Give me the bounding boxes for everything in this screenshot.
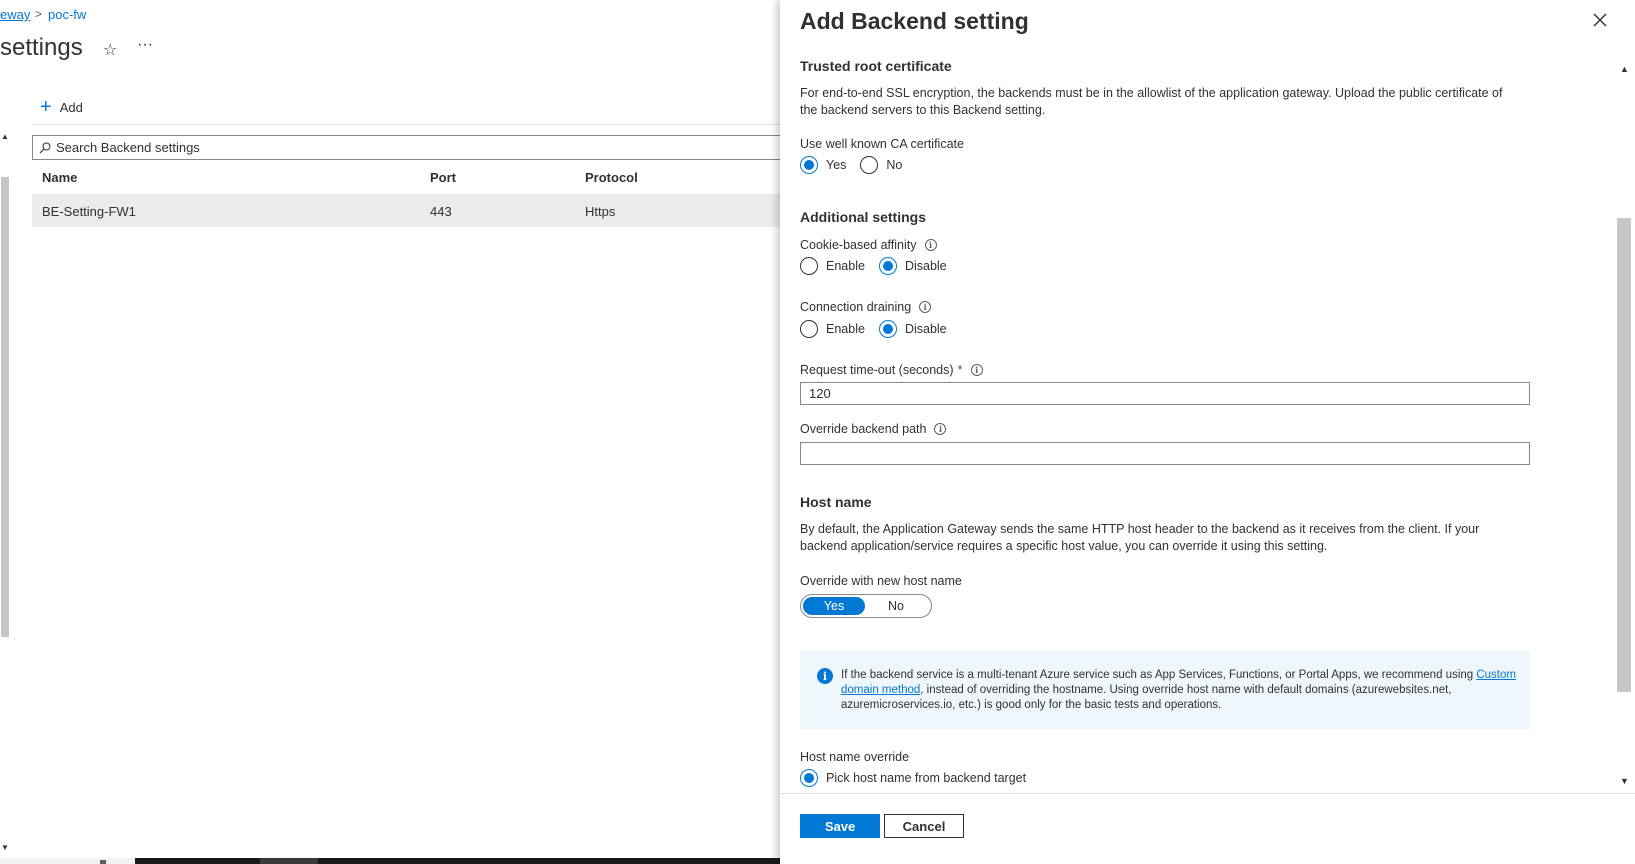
request-timeout-label: Request time-out (seconds) * i bbox=[800, 362, 983, 377]
request-timeout-label-text: Request time-out (seconds) bbox=[800, 362, 954, 377]
blade-scrollbar-thumb[interactable] bbox=[1617, 218, 1631, 692]
drain-enable-label: Enable bbox=[826, 322, 865, 336]
request-timeout-input[interactable]: 120 bbox=[800, 382, 1530, 405]
taskbar-active-item[interactable] bbox=[260, 858, 318, 864]
pick-from-backend-option[interactable]: Pick host name from backend target bbox=[800, 769, 1026, 787]
drain-disable-label: Disable bbox=[904, 322, 947, 336]
column-header-port[interactable]: Port bbox=[430, 170, 456, 185]
override-host-label-text: Override with new host name bbox=[800, 574, 962, 588]
override-backend-path-label-text: Override backend path bbox=[800, 422, 927, 436]
connection-draining-label-text: Connection draining bbox=[800, 300, 912, 314]
blade-title: Add Backend setting bbox=[800, 8, 1029, 34]
radio-pick-host[interactable] bbox=[800, 769, 818, 787]
connection-draining-radio-group: Enable Disable bbox=[800, 320, 961, 338]
scroll-down-icon[interactable]: ▼ bbox=[1, 843, 9, 852]
radio-yes[interactable] bbox=[800, 156, 818, 174]
ca-certificate-label-text: Use well known CA certificate bbox=[800, 137, 964, 151]
search-placeholder: Search Backend settings bbox=[56, 140, 200, 155]
ca-no-label: No bbox=[886, 158, 903, 172]
toggle-no[interactable]: No bbox=[865, 597, 927, 615]
multi-tenant-info-box: i If the backend service is a multi-tena… bbox=[800, 651, 1530, 729]
ca-certificate-label: Use well known CA certificate bbox=[800, 137, 964, 151]
add-button-label: Add bbox=[59, 99, 83, 115]
table-row[interactable] bbox=[32, 194, 780, 227]
cookie-disable-option[interactable]: Disable bbox=[878, 257, 947, 275]
cancel-button[interactable]: Cancel bbox=[884, 814, 964, 838]
taskbar-indicator bbox=[100, 860, 106, 864]
ca-certificate-radio-group: Yes No bbox=[800, 156, 916, 174]
star-icon[interactable]: ☆ bbox=[103, 40, 117, 60]
info-text-suffix: , instead of overriding the hostname. Us… bbox=[841, 684, 1452, 711]
cookie-disable-label: Disable bbox=[904, 259, 947, 273]
host-name-heading: Host name bbox=[800, 494, 872, 510]
plus-icon: + bbox=[40, 96, 52, 118]
radio-disable[interactable] bbox=[878, 320, 897, 338]
pick-from-backend-label: Pick host name from backend target bbox=[826, 771, 1027, 785]
breadcrumb-parent-link[interactable]: eway bbox=[0, 7, 30, 22]
cell-protocol: Https bbox=[585, 204, 616, 219]
cookie-affinity-label: Cookie-based affinity i bbox=[800, 238, 937, 252]
drain-disable-option[interactable]: Disable bbox=[878, 320, 947, 338]
required-marker: * bbox=[957, 362, 963, 377]
ca-no-option[interactable]: No bbox=[860, 156, 902, 174]
override-backend-path-input[interactable] bbox=[800, 442, 1530, 465]
override-host-toggle[interactable]: Yes No bbox=[800, 594, 932, 618]
scroll-up-icon[interactable]: ▲ bbox=[1, 132, 9, 141]
host-name-override-radio-group: Pick host name from backend target bbox=[800, 769, 1040, 787]
cell-port: 443 bbox=[430, 204, 452, 219]
scroll-down-icon[interactable]: ▼ bbox=[1620, 776, 1629, 786]
search-input[interactable]: Search Backend settings bbox=[32, 135, 792, 160]
cookie-enable-option[interactable]: Enable bbox=[800, 257, 865, 275]
host-name-description: By default, the Application Gateway send… bbox=[800, 522, 1480, 553]
breadcrumb-current-link[interactable]: poc-fw bbox=[48, 7, 86, 22]
column-header-protocol[interactable]: Protocol bbox=[585, 170, 638, 185]
left-scrollbar-thumb[interactable] bbox=[1, 177, 9, 637]
info-icon[interactable]: i bbox=[970, 363, 983, 376]
close-icon[interactable] bbox=[1588, 8, 1612, 32]
toolbar-divider bbox=[32, 124, 780, 125]
radio-no[interactable] bbox=[860, 156, 879, 174]
info-icon[interactable]: i bbox=[934, 423, 947, 435]
connection-draining-label: Connection draining i bbox=[800, 300, 932, 314]
toggle-yes[interactable]: Yes bbox=[803, 597, 865, 615]
radio-enable[interactable] bbox=[800, 257, 818, 275]
radio-enable[interactable] bbox=[800, 320, 818, 338]
radio-disable[interactable] bbox=[878, 257, 897, 275]
column-header-name[interactable]: Name bbox=[42, 170, 77, 185]
additional-settings-heading: Additional settings bbox=[800, 209, 926, 225]
add-backend-setting-blade: Add Backend setting Trusted root certifi… bbox=[780, 0, 1635, 864]
taskbar-light-area bbox=[0, 858, 135, 864]
drain-enable-option[interactable]: Enable bbox=[800, 320, 865, 338]
override-backend-path-label: Override backend path i bbox=[800, 422, 947, 436]
breadcrumb-separator: > bbox=[35, 7, 43, 21]
trusted-root-description: For end-to-end SSL encryption, the backe… bbox=[800, 86, 1503, 117]
ca-yes-label: Yes bbox=[826, 158, 847, 172]
cookie-affinity-radio-group: Enable Disable bbox=[800, 257, 961, 275]
override-host-label: Override with new host name bbox=[800, 574, 962, 588]
search-icon bbox=[39, 142, 51, 153]
info-text-prefix: If the backend service is a multi-tenant… bbox=[841, 669, 1477, 681]
save-button[interactable]: Save bbox=[800, 814, 880, 838]
footer-divider bbox=[780, 793, 1635, 794]
page-title: settings bbox=[0, 34, 83, 61]
add-button[interactable]: + Add bbox=[40, 96, 83, 118]
info-icon[interactable]: i bbox=[919, 301, 932, 313]
info-icon: i bbox=[817, 668, 833, 684]
cookie-enable-label: Enable bbox=[826, 259, 865, 273]
cell-name[interactable]: BE-Setting-FW1 bbox=[42, 204, 136, 219]
host-name-override-label-text: Host name override bbox=[800, 750, 910, 764]
trusted-root-heading: Trusted root certificate bbox=[800, 58, 952, 74]
more-options-icon[interactable]: ··· bbox=[137, 36, 153, 54]
cookie-affinity-label-text: Cookie-based affinity bbox=[800, 238, 917, 252]
host-name-override-label: Host name override bbox=[800, 750, 909, 764]
info-icon[interactable]: i bbox=[924, 239, 937, 251]
taskbar bbox=[135, 858, 780, 864]
ca-yes-option[interactable]: Yes bbox=[800, 156, 846, 174]
background-page: eway > poc-fw settings ☆ ··· + Add Searc… bbox=[0, 0, 792, 864]
scroll-up-icon[interactable]: ▲ bbox=[1620, 64, 1629, 74]
